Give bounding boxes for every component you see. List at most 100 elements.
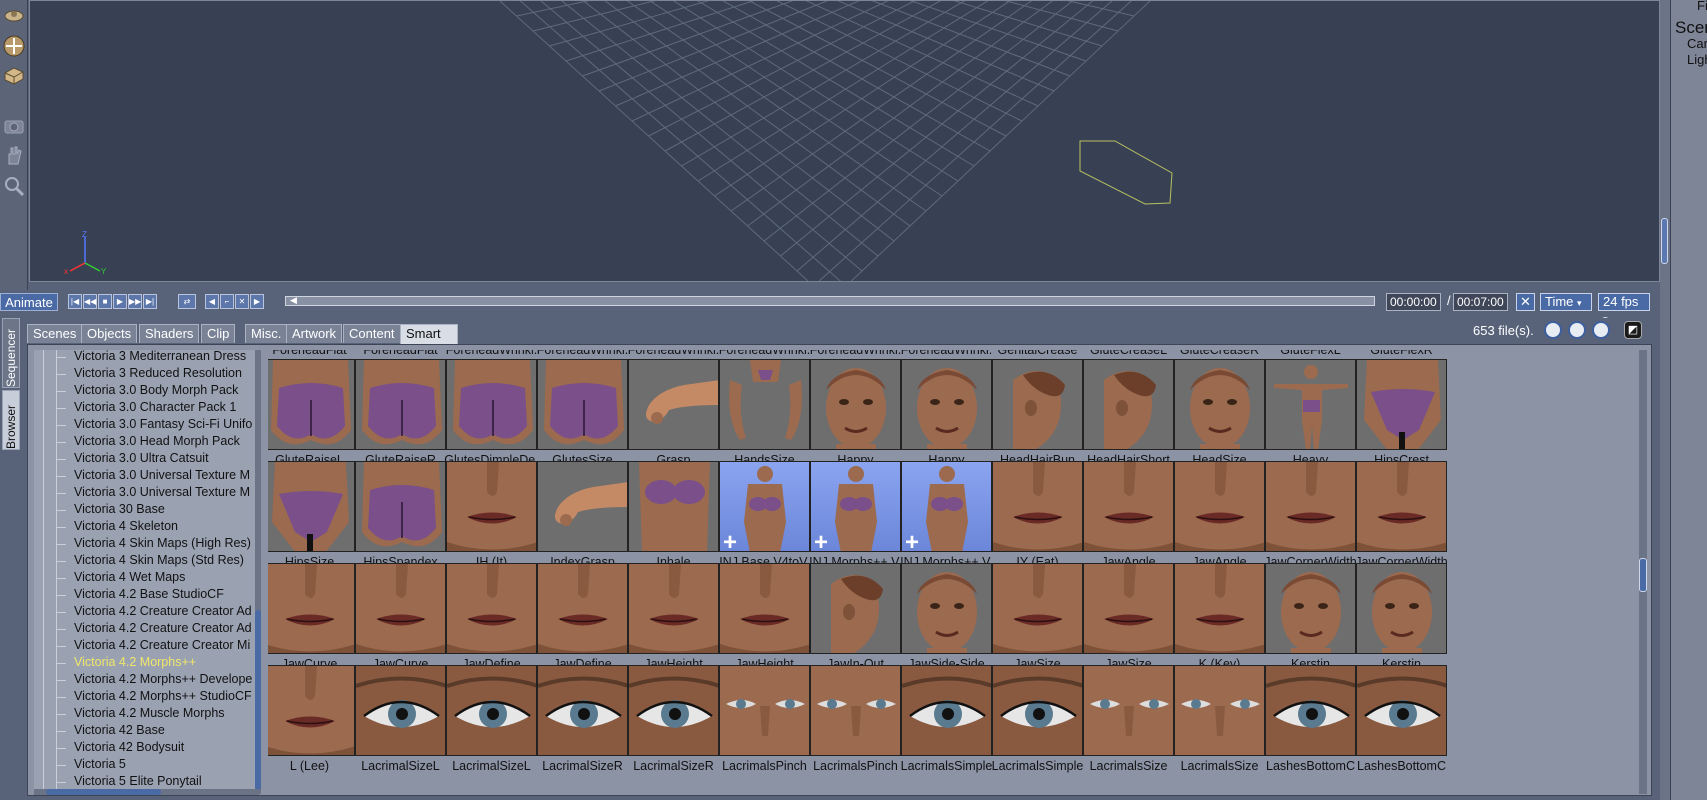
tree-item[interactable]: Victoria 3.0 Ultra Catsuit	[34, 450, 258, 467]
tab-objects[interactable]: Objects	[81, 324, 138, 343]
thumbnail-image[interactable]	[1356, 359, 1447, 450]
tab-misc[interactable]: Misc.	[245, 324, 288, 343]
thumbnail-item[interactable]: K (Key)	[1170, 563, 1269, 674]
thumbnail-item[interactable]: JawHeight	[715, 563, 814, 674]
tree-item[interactable]: Victoria 3.0 Fantasy Sci-Fi Unifo	[34, 416, 258, 433]
thumbnail-image[interactable]	[537, 665, 628, 756]
last-frame-button[interactable]: ▶|	[143, 294, 157, 309]
thumbnail-item[interactable]: LacrimalsSimple	[897, 665, 996, 776]
tab-shaders[interactable]: Shaders	[139, 324, 200, 343]
tree-item[interactable]: Victoria 4.2 Morphs++	[34, 654, 258, 671]
timeline-slider[interactable]	[285, 296, 1375, 306]
tree-item[interactable]: Victoria 4.2 Base StudioCF	[34, 586, 258, 603]
thumbnail-image[interactable]	[1083, 461, 1174, 552]
tree-item[interactable]: Victoria 3 Reduced Resolution	[34, 365, 258, 382]
thumbnail-image[interactable]	[268, 563, 355, 654]
thumbnail-image[interactable]	[446, 359, 537, 450]
tree-item[interactable]: Victoria 30 Base	[34, 501, 258, 518]
tree-item[interactable]: Victoria 42 Bodysuit	[34, 739, 258, 756]
thumbnail-image[interactable]	[1174, 461, 1265, 552]
thumbnail-item[interactable]: Inhale	[624, 461, 723, 572]
trackball-icon[interactable]	[2, 34, 26, 58]
3d-viewport[interactable]: Z x Y	[29, 0, 1660, 282]
thumbnail-item[interactable]: LacrimalsPinch	[806, 665, 905, 776]
thumbnail-image[interactable]	[446, 461, 537, 552]
thumbnail-item[interactable]: JawCurve	[351, 563, 450, 674]
thumbnail-image[interactable]	[1083, 359, 1174, 450]
fps-dropdown[interactable]: 24 fps ▾	[1598, 293, 1650, 324]
thumbnail-item[interactable]: LashesBottomC	[1261, 665, 1360, 776]
thumbnail-item[interactable]: HandsSize	[715, 359, 814, 470]
hand-icon[interactable]	[2, 144, 26, 168]
tree-item[interactable]: Victoria 4 Skeleton	[34, 518, 258, 535]
thumbnail-image[interactable]	[355, 461, 446, 552]
thumbnail-image[interactable]	[537, 563, 628, 654]
thumbnail-item[interactable]: HeadSize	[1170, 359, 1269, 470]
thumbnail-image[interactable]	[810, 665, 901, 756]
right-panel-item[interactable]: Ligh	[1687, 52, 1707, 67]
thumbnail-item[interactable]: HipsCrest	[1352, 359, 1451, 470]
thumbnail-item[interactable]: IY (Eat)	[988, 461, 1087, 572]
thumbnail-image[interactable]	[901, 359, 992, 450]
rotate-camera-icon[interactable]	[2, 4, 26, 28]
current-time-field[interactable]: 00:00:00	[1386, 293, 1441, 311]
tree-item[interactable]: Victoria 4 Wet Maps	[34, 569, 258, 586]
thumbnail-item[interactable]: JawAngle	[1170, 461, 1269, 572]
tree-item[interactable]: Victoria 4.2 Creature Creator Mi	[34, 637, 258, 654]
thumbnail-image[interactable]	[992, 563, 1083, 654]
tree-item[interactable]: Victoria 4.2 Creature Creator Ad	[34, 620, 258, 637]
thumbnail-image[interactable]	[1174, 665, 1265, 756]
thumbnail-item[interactable]: JawSize	[988, 563, 1087, 674]
thumbnail-item[interactable]: + INJ Morphs++ V.	[806, 461, 905, 572]
thumbnail-item[interactable]: JawCornerWidth	[1352, 461, 1451, 572]
tree-item[interactable]: Victoria 3.0 Universal Texture M	[34, 467, 258, 484]
window-options-icon[interactable]: ◩	[1624, 321, 1642, 339]
thumbnail-item[interactable]: Heavy	[1261, 359, 1360, 470]
thumbnail-item[interactable]: LacrimalsSize	[1170, 665, 1269, 776]
thumbnail-image[interactable]	[1356, 665, 1447, 756]
thumbnail-image[interactable]	[719, 359, 810, 450]
thumbnail-image[interactable]	[719, 563, 810, 654]
thumbnail-image[interactable]	[810, 359, 901, 450]
thumbnail-image[interactable]	[268, 359, 355, 450]
tree-item[interactable]: Victoria 4 Skin Maps (High Res)	[34, 535, 258, 552]
thumbnail-image[interactable]	[1174, 563, 1265, 654]
thumbnail-item[interactable]: HeadHairBun	[988, 359, 1087, 470]
thumbnail-image[interactable]	[537, 461, 628, 552]
thumbnail-item[interactable]: LashesBottomC	[1352, 665, 1451, 776]
thumbnail-image[interactable]	[1356, 461, 1447, 552]
thumbnail-image[interactable]	[901, 665, 992, 756]
thumbnail-item[interactable]: GluteRaiseL	[268, 359, 359, 470]
thumbnail-item[interactable]: JawAngle	[1079, 461, 1178, 572]
tree-item[interactable]: Victoria 4.2 Creature Creator Ad	[34, 603, 258, 620]
thumbnail-item[interactable]: JawDefine	[442, 563, 541, 674]
tree-item[interactable]: Victoria 3.0 Universal Texture M	[34, 484, 258, 501]
thumbnail-item[interactable]: JawHeight	[624, 563, 723, 674]
close-icon[interactable]: ✕	[1516, 293, 1535, 311]
thumbnail-item[interactable]: Happy	[806, 359, 905, 470]
view-option-button[interactable]	[1544, 321, 1562, 339]
thumbnail-image[interactable]	[810, 563, 901, 654]
tab-clip[interactable]: Clip	[201, 324, 236, 343]
thumbnail-item[interactable]: HipsSize	[268, 461, 359, 572]
thumbnail-image[interactable]: +	[719, 461, 810, 552]
key-button[interactable]: ⌐	[220, 294, 234, 309]
tree-item[interactable]: Victoria 3.0 Character Pack 1	[34, 399, 258, 416]
next-frame-button[interactable]: ▶▶	[128, 294, 142, 309]
thumbnail-image[interactable]	[268, 665, 355, 756]
thumbnail-item[interactable]: GlutesDimpleDe.	[442, 359, 541, 470]
thumbnail-item[interactable]: JawCurve	[268, 563, 359, 674]
thumbnail-item[interactable]: LacrimalSizeL	[442, 665, 541, 776]
tab-browser[interactable]: Browser	[2, 390, 20, 450]
thumbnail-item[interactable]: Kerstin	[1261, 563, 1360, 674]
thumbnail-image[interactable]	[1265, 359, 1356, 450]
zoom-icon[interactable]	[2, 174, 26, 198]
grid-scrollbar-thumb[interactable]	[1639, 558, 1647, 592]
timeline-thumb[interactable]: ◀	[290, 295, 298, 307]
thumbnail-item[interactable]: Kerstin	[1352, 563, 1451, 674]
thumbnail-image[interactable]	[1083, 563, 1174, 654]
thumbnail-image[interactable]: +	[901, 461, 992, 552]
thumbnail-image[interactable]	[1174, 359, 1265, 450]
tree-hscrollbar-thumb[interactable]	[46, 789, 161, 795]
thumbnail-image[interactable]: +	[810, 461, 901, 552]
